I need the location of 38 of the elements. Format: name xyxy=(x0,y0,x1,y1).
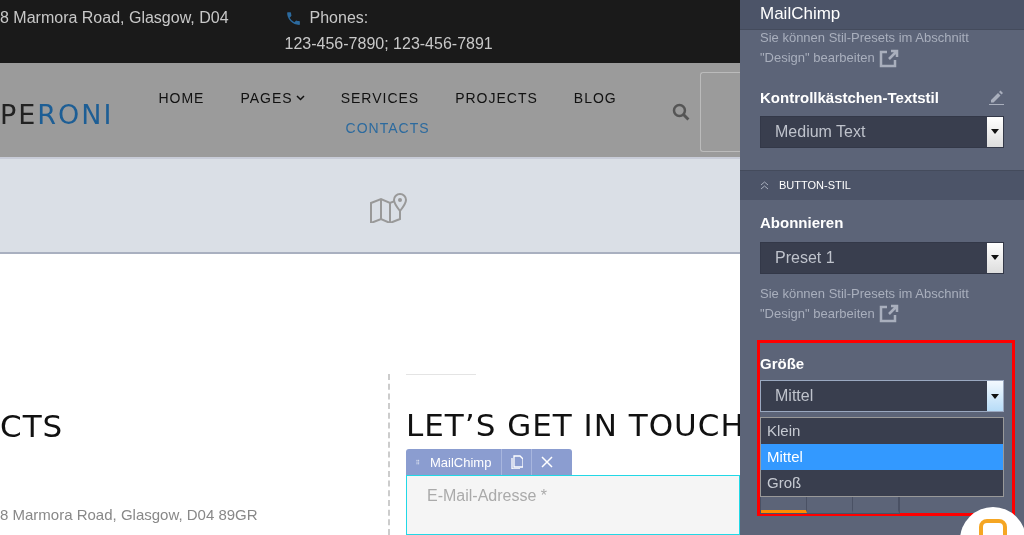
panel-title: MailChimp xyxy=(740,0,1024,30)
logo[interactable]: PE RONI xyxy=(0,98,150,130)
section-heading: CTS xyxy=(0,408,65,444)
caret-icon xyxy=(991,129,999,135)
nav-link[interactable]: BLOG xyxy=(573,86,617,109)
chat-icon xyxy=(979,519,1007,535)
nav-link[interactable]: PAGES xyxy=(240,86,305,109)
caret-icon xyxy=(991,393,999,399)
nav-link[interactable]: HOME xyxy=(158,86,205,109)
widget-label: MailChimp xyxy=(430,454,493,470)
dropdown-select[interactable]: Mittel xyxy=(760,380,1004,413)
external-link-icon[interactable] xyxy=(877,48,900,69)
pencil-icon[interactable] xyxy=(988,89,1004,106)
field-label: Größe xyxy=(760,355,805,373)
email-field[interactable]: E-Mail-Adresse * xyxy=(406,475,740,535)
address-text: 8 Marmora Road, Glasgow, D04 xyxy=(0,8,229,28)
external-link-icon[interactable] xyxy=(877,304,900,325)
caret-icon xyxy=(991,255,999,261)
chevron-down-icon xyxy=(295,94,305,101)
close-icon xyxy=(540,456,553,468)
section-header[interactable]: BUTTON-STIL xyxy=(740,169,1024,200)
phone-icon xyxy=(284,9,302,27)
phones-label: Phones: xyxy=(309,8,369,28)
address-text: 8 Marmora Road, Glasgow, D04 89GR xyxy=(0,506,259,523)
dropdown-select[interactable]: Medium Text xyxy=(760,115,1004,148)
field-label: Kontrollkästchen-Textstil xyxy=(760,88,939,106)
section-heading: LET’S GET IN TOUCH xyxy=(406,407,740,443)
copy-icon xyxy=(510,455,523,469)
dropdown-select[interactable]: Preset 1 xyxy=(760,241,1004,274)
phone-numbers: 123-456-7890; 123-456-7891 xyxy=(284,34,493,54)
nav-link[interactable]: SERVICES xyxy=(340,86,420,109)
field-label: Abonnieren xyxy=(760,213,844,231)
hint-text: Sie können Stil-Presets im Abschnitt "Design" bearbeiten xyxy=(760,283,995,325)
nav-link[interactable]: PROJECTS xyxy=(455,86,538,109)
search-icon[interactable] xyxy=(672,102,690,121)
search-field[interactable] xyxy=(700,71,740,152)
hint-text: Sie können Stil-Presets im Abschnitt "Design" bearbeiten xyxy=(760,28,995,69)
chevron-up-icon xyxy=(760,180,769,190)
